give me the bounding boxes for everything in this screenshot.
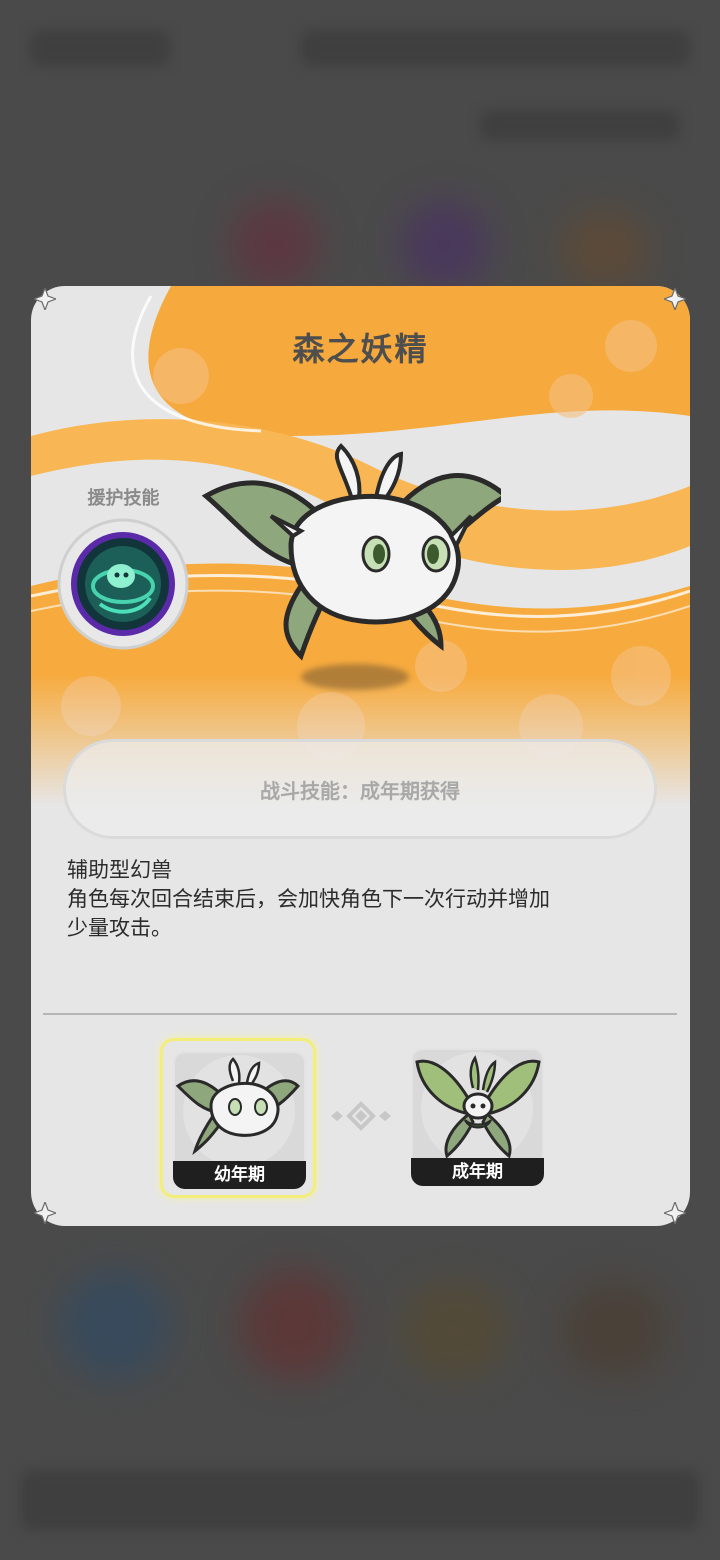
stage-adult-card[interactable]: 成年期 [401, 1038, 557, 1198]
forest-fairy-creature [201, 443, 501, 661]
background-bar [30, 30, 170, 66]
corner-ornament-icon [664, 1202, 686, 1224]
corner-ornament-icon [664, 288, 686, 310]
background-blob [400, 200, 490, 290]
corner-ornament-icon [34, 1202, 56, 1224]
stage-juvenile-card[interactable]: 幼年期 [160, 1038, 316, 1198]
background-blob [230, 200, 320, 290]
background-blob [240, 1270, 350, 1380]
divider [43, 1013, 677, 1015]
background-blob [560, 210, 650, 290]
background-bar [480, 110, 680, 140]
stage-card: 成年期 [411, 1048, 544, 1186]
combat-skill-panel: 战斗技能：成年期获得 [63, 739, 657, 839]
corner-ornament-icon [34, 288, 56, 310]
background-blob [400, 1280, 510, 1380]
creature-effect-line: 角色每次回合结束后，会加快角色下一次行动并增加 [67, 887, 550, 911]
combat-skill-text: 战斗技能：成年期获得 [260, 778, 460, 803]
diamond-connector-icon [331, 1101, 391, 1131]
creature-description: 辅助型幻兽 角色每次回合结束后，会加快角色下一次行动并增加 少量攻击。 [67, 856, 667, 943]
stage-card: 幼年期 [173, 1051, 306, 1189]
creature-detail-modal: 森之妖精 援护技能 战斗技能：成年期获得 辅助型幻兽 角色每次回合结束后，会加快… [31, 286, 690, 1226]
background-bar [300, 30, 690, 66]
background-bar [20, 1470, 700, 1530]
stage-label: 幼年期 [173, 1161, 306, 1189]
creature-name-title: 森之妖精 [292, 330, 429, 368]
stage-label: 成年期 [411, 1158, 544, 1186]
background-blob [560, 1280, 670, 1380]
creature-effect-line: 少量攻击。 [67, 916, 172, 940]
support-skill-label: 援护技能 [87, 488, 160, 509]
creature-type-line: 辅助型幻兽 [67, 858, 172, 882]
green-vortex-skill-icon[interactable] [55, 516, 191, 652]
background-blob [60, 1270, 170, 1380]
